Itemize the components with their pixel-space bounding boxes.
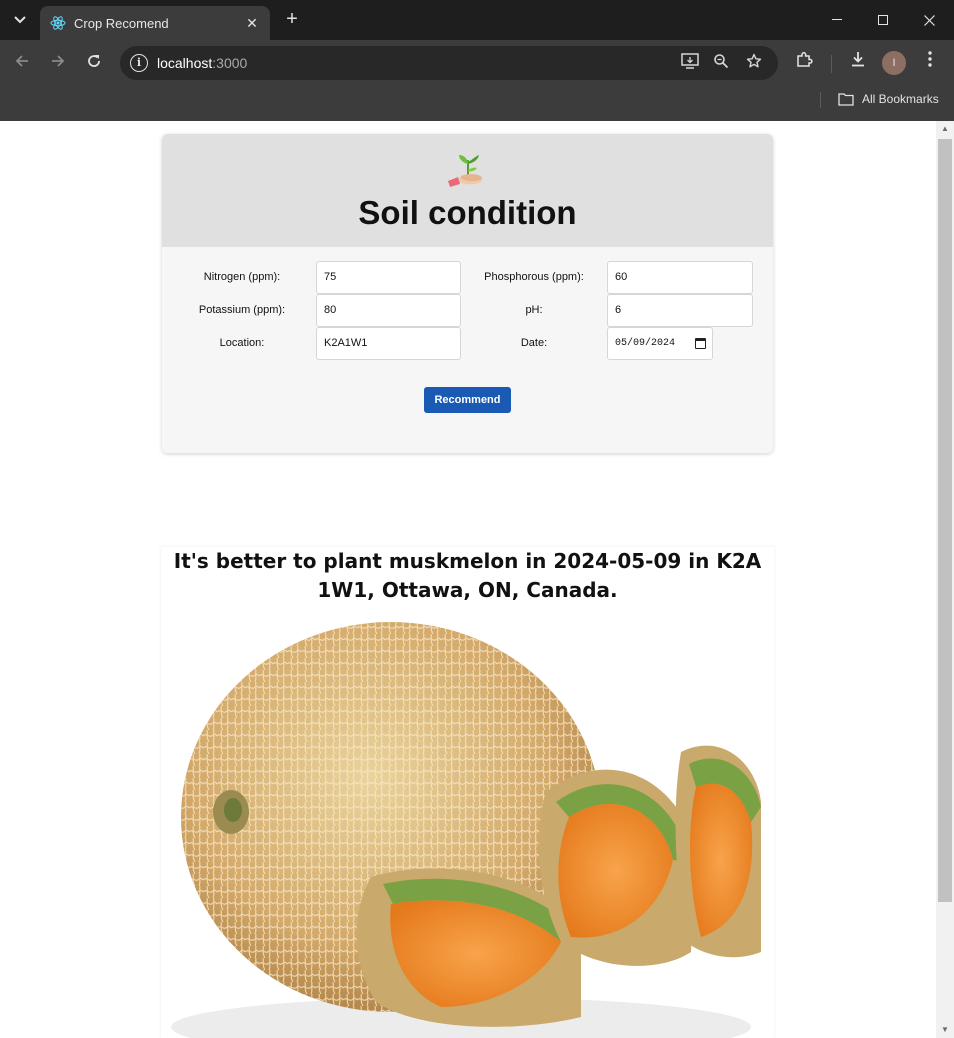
scroll-down-icon[interactable]: ▼ xyxy=(936,1022,954,1038)
date-input[interactable]: 05/09/2024 xyxy=(607,327,713,360)
close-window-icon[interactable] xyxy=(906,0,952,40)
date-value: 05/09/2024 xyxy=(615,338,676,349)
bookmark-star-icon[interactable] xyxy=(744,53,764,73)
url-text: localhost:3000 xyxy=(157,55,248,71)
form-row-potassium-ph: Potassium (ppm): 80 pH: 6 xyxy=(162,294,773,327)
card-header: Soil condition xyxy=(162,134,773,247)
soil-form-card: Soil condition Nitrogen (ppm): 75 Phosph… xyxy=(162,134,773,453)
ph-label: pH: xyxy=(525,304,543,316)
toolbar-divider xyxy=(831,55,832,73)
page-viewport: Soil condition Nitrogen (ppm): 75 Phosph… xyxy=(0,121,936,1038)
install-app-icon[interactable] xyxy=(680,53,700,73)
location-label: Location: xyxy=(219,337,265,349)
browser-toolbar: i localhost:3000 I xyxy=(0,40,954,86)
close-tab-icon[interactable]: ✕ xyxy=(244,15,260,32)
reload-icon[interactable] xyxy=(82,51,106,75)
address-bar[interactable]: i localhost:3000 xyxy=(120,46,778,80)
tab-strip: Crop Recomend ✕ + xyxy=(0,0,954,40)
back-arrow-icon[interactable] xyxy=(10,51,34,75)
phosphorous-input[interactable]: 60 xyxy=(607,261,753,294)
potassium-input[interactable]: 80 xyxy=(316,294,461,327)
tab-title: Crop Recomend xyxy=(74,15,169,31)
scroll-up-icon[interactable]: ▲ xyxy=(936,121,954,137)
folder-icon[interactable] xyxy=(838,92,854,106)
bookmarks-bar: All Bookmarks xyxy=(0,86,954,121)
page-scrollbar[interactable]: ▲ ▼ xyxy=(936,121,954,1038)
nitrogen-label: Nitrogen (ppm): xyxy=(203,271,281,283)
form-row-location-date: Location: K2A1W1 Date: 05/09/2024 xyxy=(162,327,773,360)
site-info-icon[interactable]: i xyxy=(130,54,148,72)
maximize-icon[interactable] xyxy=(860,0,906,40)
result-card: It's better to plant muskmelon in 2024-0… xyxy=(161,547,774,1038)
tab-search-chevron-icon[interactable] xyxy=(8,8,32,32)
new-tab-icon[interactable]: + xyxy=(280,8,304,32)
react-atom-icon xyxy=(50,15,66,31)
recommend-button[interactable]: Recommend xyxy=(424,387,511,413)
active-tab[interactable]: Crop Recomend ✕ xyxy=(40,6,270,40)
calendar-icon[interactable] xyxy=(695,338,706,349)
ph-input[interactable]: 6 xyxy=(607,294,753,327)
profile-avatar[interactable]: I xyxy=(882,51,906,75)
bookmarks-divider xyxy=(820,92,821,108)
phosphorous-label: Phosphorous (ppm): xyxy=(484,271,584,283)
potassium-label: Potassium (ppm): xyxy=(198,304,286,316)
scrollbar-thumb[interactable] xyxy=(938,139,952,902)
downloads-icon[interactable] xyxy=(846,51,870,75)
muskmelon-image xyxy=(161,622,761,1038)
zoom-icon[interactable] xyxy=(711,53,731,73)
page-title: Soil condition xyxy=(358,194,577,231)
minimize-icon[interactable] xyxy=(814,0,860,40)
extensions-puzzle-icon[interactable] xyxy=(792,51,816,75)
location-input[interactable]: K2A1W1 xyxy=(316,327,461,360)
recommendation-text: It's better to plant muskmelon in 2024-0… xyxy=(173,549,762,602)
sprout-in-hand-icon xyxy=(446,146,490,190)
forward-arrow-icon[interactable] xyxy=(46,51,70,75)
date-label: Date: xyxy=(520,337,548,349)
nitrogen-input[interactable]: 75 xyxy=(316,261,461,294)
menu-kebab-icon[interactable] xyxy=(918,51,942,75)
form-row-nitrogen-phosphorous: Nitrogen (ppm): 75 Phosphorous (ppm): 60 xyxy=(162,261,773,294)
all-bookmarks-link[interactable]: All Bookmarks xyxy=(862,92,939,106)
